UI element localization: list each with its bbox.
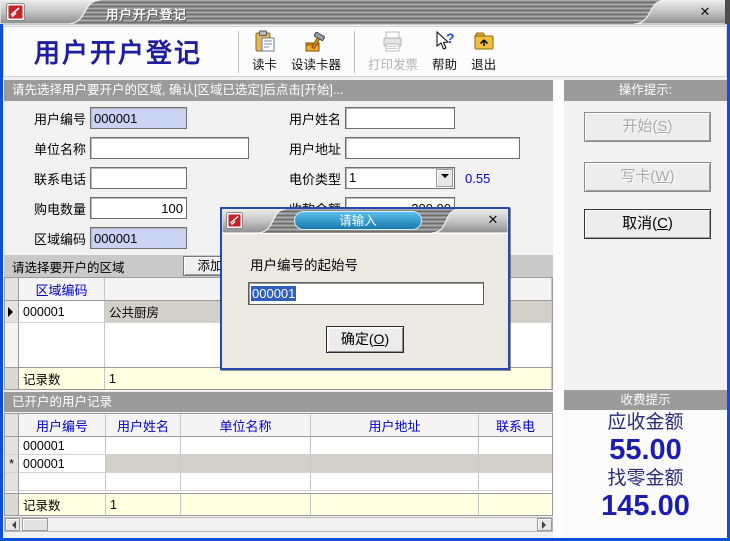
app-logo-icon xyxy=(6,3,25,21)
user-addr-label: 用户地址 xyxy=(287,139,341,158)
read-card-button[interactable]: 读卡 xyxy=(245,28,284,75)
user-table-row[interactable]: * 000001 xyxy=(5,455,552,473)
instruction-bar: 请先选择用户要开户的区域, 确认[区域已选定]后点击[开始]... xyxy=(4,80,553,101)
user-row-no: 000001 xyxy=(19,437,106,455)
start-button: 开始(S) xyxy=(584,112,711,142)
qty-field[interactable] xyxy=(90,197,187,219)
print-invoice-button: 打印发票 xyxy=(361,28,425,75)
dialog-titlebar[interactable]: 请输入 ✕ xyxy=(222,209,508,233)
user-footer-label: 记录数 xyxy=(19,494,106,515)
card-reader-icon xyxy=(253,30,277,54)
user-col-addr: 用户地址 xyxy=(311,414,479,437)
exit-button[interactable]: 退出 xyxy=(464,28,503,75)
user-col-no: 用户编号 xyxy=(19,414,106,437)
scroll-right-button[interactable] xyxy=(537,518,552,531)
cancel-button[interactable]: 取消(C) xyxy=(584,209,711,239)
price-type-select[interactable]: 1 xyxy=(345,167,455,189)
user-no-label: 用户编号 xyxy=(8,109,86,128)
change-value: 145.00 xyxy=(564,490,727,522)
user-row-no: 000001 xyxy=(19,455,106,473)
current-row-icon xyxy=(5,301,19,323)
dialog-prompt: 用户编号的起始号 xyxy=(250,254,358,274)
chevron-down-icon xyxy=(441,174,449,182)
window-titlebar[interactable]: 用户开户登记 ✕ xyxy=(0,0,730,24)
change-label: 找零金额 xyxy=(564,466,727,490)
price-type-dropdown-button[interactable] xyxy=(436,169,453,187)
region-col-code: 区域编码 xyxy=(19,278,105,301)
user-footer-count: 1 xyxy=(106,494,181,515)
user-table-row[interactable]: 000001 xyxy=(5,437,552,455)
dialog-body: 用户编号的起始号 000001 确定(O) xyxy=(222,233,508,368)
user-name-field[interactable] xyxy=(345,107,455,129)
region-code-label: 区域编码 xyxy=(8,229,86,248)
exit-icon xyxy=(472,30,496,54)
region-marker-header xyxy=(5,278,19,301)
unit-name-label: 单位名称 xyxy=(8,139,86,158)
unit-name-field[interactable] xyxy=(90,137,249,159)
qty-label: 购电数量 xyxy=(8,199,86,218)
help-icon: ? xyxy=(433,30,457,54)
svg-text:?: ? xyxy=(446,30,455,46)
phone-field[interactable] xyxy=(90,167,187,189)
price-rate-value: 0.55 xyxy=(465,171,490,186)
scroll-left-icon xyxy=(8,521,16,529)
dialog-close-icon[interactable]: ✕ xyxy=(484,211,502,229)
price-type-value: 1 xyxy=(349,170,356,185)
setup-reader-label: 设读卡器 xyxy=(291,54,341,73)
reader-setup-icon xyxy=(304,30,328,54)
user-name-label: 用户姓名 xyxy=(287,109,341,128)
user-records-table: 用户编号 用户姓名 单位名称 用户地址 联系电 000001 * 000001 xyxy=(4,413,553,516)
help-button[interactable]: ? 帮助 xyxy=(425,28,464,75)
toolbar-separator xyxy=(354,31,355,73)
input-dialog: 请输入 ✕ 用户编号的起始号 000001 确定(O) xyxy=(220,207,510,370)
scrollbar-thumb[interactable] xyxy=(22,518,48,531)
ok-button[interactable]: 确定(O) xyxy=(326,326,404,353)
close-icon[interactable]: ✕ xyxy=(696,3,714,21)
print-invoice-label: 打印发票 xyxy=(368,54,418,73)
price-type-label: 电价类型 xyxy=(287,169,341,188)
region-section-title: 请选择要开户的区域 xyxy=(12,257,125,276)
user-records-title: 已开户的用户记录 xyxy=(4,392,553,412)
region-footer-count: 1 xyxy=(105,368,552,389)
region-footer-label: 记录数 xyxy=(19,368,105,389)
row-marker xyxy=(5,437,19,455)
fee-panel-title: 收费提示 xyxy=(564,390,727,410)
dialog-title: 请输入 xyxy=(294,211,422,230)
window-title: 用户开户登记 xyxy=(106,4,187,23)
action-panel xyxy=(564,101,727,390)
action-panel-title: 操作提示: xyxy=(564,80,727,101)
printer-icon xyxy=(381,30,405,54)
region-filler xyxy=(5,323,19,367)
phone-label: 联系电话 xyxy=(8,169,86,188)
horizontal-scrollbar[interactable] xyxy=(4,517,553,532)
scroll-right-icon xyxy=(542,521,550,529)
dialog-logo-icon xyxy=(226,212,243,229)
user-no-field[interactable] xyxy=(90,107,187,129)
scroll-left-button[interactable] xyxy=(5,518,20,531)
user-table-row[interactable] xyxy=(5,473,552,491)
app-window: 用户开户登记 ✕ 用户开户登记 读卡 设读卡 xyxy=(0,0,730,541)
read-card-label: 读卡 xyxy=(252,54,277,73)
toolbar-separator xyxy=(238,31,239,73)
row-marker: * xyxy=(5,455,19,473)
region-row-code: 000001 xyxy=(19,301,105,323)
exit-label: 退出 xyxy=(471,54,496,73)
help-label: 帮助 xyxy=(432,54,457,73)
user-addr-field[interactable] xyxy=(345,137,520,159)
receivable-value: 55.00 xyxy=(564,434,727,466)
user-col-name: 用户姓名 xyxy=(106,414,181,437)
user-col-phone: 联系电 xyxy=(479,414,552,437)
receivable-label: 应收金额 xyxy=(564,410,727,434)
page-title: 用户开户登记 xyxy=(4,33,232,70)
start-number-input[interactable]: 000001 xyxy=(248,282,484,305)
toolbar: 用户开户登记 读卡 设读卡器 xyxy=(3,26,727,77)
user-col-unit: 单位名称 xyxy=(181,414,311,437)
region-code-field[interactable] xyxy=(90,227,187,249)
selected-input-text: 000001 xyxy=(251,286,296,301)
write-card-button: 写卡(W) xyxy=(584,162,711,192)
setup-reader-button[interactable]: 设读卡器 xyxy=(284,28,348,75)
panel-divider xyxy=(553,80,564,538)
fee-panel: 应收金额 55.00 找零金额 145.00 xyxy=(564,410,727,538)
